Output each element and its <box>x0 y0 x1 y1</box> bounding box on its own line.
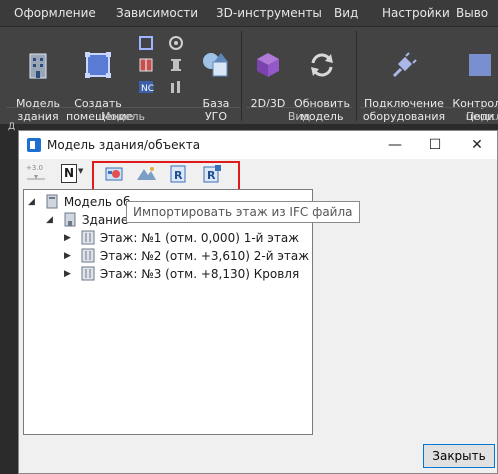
shapes-icon <box>203 53 228 77</box>
chevron-down-icon: ▼ <box>78 167 84 175</box>
column-icon[interactable] <box>168 57 184 73</box>
svg-text:NC: NC <box>141 84 154 94</box>
control-icon <box>469 54 491 76</box>
app-icon <box>27 138 41 152</box>
expand-arrow-icon[interactable]: ▶ <box>64 247 76 265</box>
menu-design[interactable]: Оформление <box>14 0 96 26</box>
numbering-n-label: N <box>61 164 77 183</box>
floor-icon <box>81 248 95 263</box>
menu-settings[interactable]: Настройки <box>382 0 450 26</box>
menu-view[interactable]: Вид <box>334 0 358 26</box>
menu-bar: Оформление Зависимости 3D-инструменты Ви… <box>0 0 498 26</box>
tree-floor[interactable]: ▶ Этаж: №2 (отм. +3,610) 2-й этаж <box>64 247 309 265</box>
building-node-icon <box>64 212 76 227</box>
building-icon <box>29 53 47 79</box>
tree-floor[interactable]: ▶ Этаж: №3 (отм. +8,130) Кровля <box>64 265 299 283</box>
building-tree: ◢ Модель об ◢ Здание ▶ Этаж: №1 (отм. 0,… <box>23 189 313 435</box>
view-2d3d-button[interactable]: 2D/3D <box>250 37 286 110</box>
wall-icon[interactable] <box>138 35 154 51</box>
group-model-label: Модель <box>100 110 146 123</box>
landscape-icon <box>137 167 156 180</box>
maximize-button[interactable]: ☐ <box>415 131 455 159</box>
dialog-title: Модель здания/объекта <box>47 138 201 152</box>
window-icon[interactable] <box>138 57 154 73</box>
svg-text:R: R <box>174 169 183 182</box>
cube-icon <box>257 53 279 77</box>
tree-floor-label: Этаж: №3 (отм. +8,130) Кровля <box>99 267 300 281</box>
expand-arrow-icon[interactable]: ▶ <box>64 265 76 283</box>
stairs-icon[interactable] <box>168 79 184 95</box>
revit-icon: R <box>170 165 186 183</box>
tree-root[interactable]: ◢ Модель об <box>28 193 131 211</box>
tree-floor-label: Этаж: №1 (отм. 0,000) 1-й этаж <box>99 231 300 245</box>
expand-arrow-icon[interactable]: ▶ <box>64 229 76 247</box>
tree-floor[interactable]: ▶ Этаж: №1 (отм. 0,000) 1-й этаж <box>64 229 299 247</box>
model-icon <box>46 194 58 209</box>
svg-text:R: R <box>207 169 216 182</box>
elevation-button[interactable]: +3.0 <box>25 163 47 185</box>
plug-icon <box>392 52 417 78</box>
room-icon <box>85 52 111 78</box>
import-ifc-floor-button[interactable] <box>103 163 125 185</box>
ribbon: Модель здания Создать помещение NC База … <box>0 26 498 125</box>
tree-floor-label: Этаж: №2 (отм. +3,610) 2-й этаж <box>99 249 310 263</box>
tab-glyph: Д <box>8 122 16 132</box>
menu-3d-tools[interactable]: 3D-инструменты <box>216 0 322 26</box>
connect-equipment-button[interactable]: Подключение оборудования <box>362 37 446 123</box>
revit-export-button[interactable]: R <box>201 163 223 185</box>
menu-output[interactable]: Выво <box>456 0 488 26</box>
menu-dependencies[interactable]: Зависимости <box>116 0 198 26</box>
elevation-label: +3.0 <box>26 164 43 172</box>
building-model-dialog: Модель здания/объекта — ☐ ✕ +3.0 N ▼ R R… <box>18 130 498 474</box>
collapse-arrow-icon[interactable]: ◢ <box>28 193 40 211</box>
group-connection-label: Подкл <box>466 110 498 123</box>
close-button[interactable]: Закрыть <box>423 444 495 468</box>
revit-export-icon: R <box>203 165 221 183</box>
refresh-icon <box>311 53 333 77</box>
landscape-button[interactable] <box>135 163 157 185</box>
tree-root-label: Модель об <box>63 195 131 209</box>
floor-icon <box>81 230 95 245</box>
tree-building[interactable]: ◢ Здание <box>46 211 128 229</box>
elevation-icon <box>27 175 45 180</box>
nc-icon[interactable]: NC <box>138 79 154 95</box>
minimize-button[interactable]: — <box>375 131 415 159</box>
close-window-button[interactable]: ✕ <box>457 131 497 159</box>
target-icon[interactable] <box>168 35 184 51</box>
tooltip: Импортировать этаж из IFC файла <box>126 201 360 223</box>
revit-import-button[interactable]: R <box>167 163 189 185</box>
dialog-titlebar[interactable]: Модель здания/объекта — ☐ ✕ <box>19 131 497 159</box>
connect-equipment-label: Подключение оборудования <box>362 97 446 123</box>
tree-building-label: Здание <box>81 213 129 227</box>
floor-icon <box>81 266 95 281</box>
dialog-toolbar: +3.0 N ▼ R R <box>19 159 497 191</box>
numbering-dropdown[interactable]: N ▼ <box>59 163 89 185</box>
import-ifc-icon <box>105 167 123 181</box>
collapse-arrow-icon[interactable]: ◢ <box>46 211 58 229</box>
group-view-label: Вид <box>287 110 311 123</box>
